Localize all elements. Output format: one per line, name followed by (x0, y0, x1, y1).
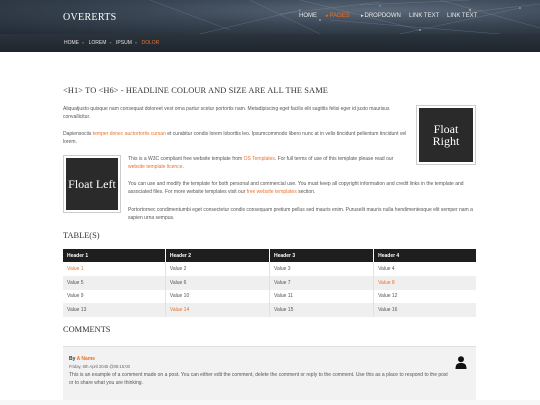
paragraph-text: This is a W3C compliant free website tem… (128, 156, 244, 162)
nav-link-text-1[interactable]: LINK TEXT (409, 13, 439, 19)
comment-date: Friday, 6th April 2045 @08:15:00 (69, 364, 130, 369)
nav-link-text-2[interactable]: LINK TEXT (447, 13, 477, 19)
page-heading: <H1> TO <H6> - HEADLINE COLOUR AND SIZE … (63, 86, 328, 95)
table-cell: Value 13 (63, 303, 166, 317)
paragraph-text: Dapiensociis (63, 131, 93, 137)
table-header: Header 2 (165, 249, 270, 262)
comments-heading: COMMENTS (63, 325, 111, 334)
nav-label: LINK TEXT (447, 13, 478, 19)
table-row: Value 1 Value 2 Value 3 Value 4 (63, 262, 476, 276)
breadcrumb-ipsum[interactable]: IPSUM (116, 40, 132, 46)
data-table: Header 1 Header 2 Header 3 Header 4 Valu… (63, 249, 476, 317)
table-cell: Value 16 (373, 303, 476, 317)
breadcrumb-home[interactable]: HOME (64, 40, 79, 46)
tables-heading: TABLE(S) (63, 231, 100, 240)
comment: By A Name Friday, 6th April 2045 @08:15:… (63, 346, 476, 405)
table-header: Header 4 (373, 249, 476, 262)
comment-text: This is an example of a comment made on … (69, 372, 448, 386)
site-header: OVERERTS HOME ▸PAGES ▸DROPDOWN LINK TEXT… (0, 0, 540, 34)
table-header: Header 3 (269, 249, 375, 262)
nav-home[interactable]: HOME (299, 13, 317, 19)
float-right-image: Float Right (417, 106, 475, 164)
chevron-right-icon: » (82, 40, 85, 45)
os-templates-link[interactable]: OS Templates (244, 156, 275, 162)
breadcrumb-lorem[interactable]: LOREM (89, 40, 107, 46)
table-cell: Value 12 (373, 289, 476, 304)
paragraph-text: . (182, 164, 184, 170)
float-left-image: Float Left (64, 156, 120, 212)
nav-label: DROPDOWN (364, 13, 401, 19)
paragraph-4: You can use and modify the template for … (128, 180, 476, 196)
nav-label: PAGES (329, 13, 350, 19)
nav-label: HOME (299, 13, 317, 19)
table-cell: Value 15 (269, 303, 375, 317)
inline-link[interactable]: temper donec auctortortis cursan (93, 131, 166, 137)
table-header-row: Header 1 Header 2 Header 3 Header 4 (63, 249, 476, 262)
free-templates-link[interactable]: free website templates (247, 189, 297, 195)
footer-strip (0, 400, 540, 405)
caret-right-icon: ▸ (326, 13, 329, 19)
breadcrumb-current: DOLOR (141, 40, 160, 46)
nav-label: LINK TEXT (409, 13, 440, 19)
paragraph-2: Dapiensociis temper donec auctortortis c… (63, 130, 413, 146)
paragraph-5: Portortornec condimentumbi eget consecte… (128, 207, 473, 221)
caret-right-icon: ▸ (361, 13, 364, 19)
chevron-right-icon: » (134, 40, 138, 45)
breadcrumb-bar: HOME» LOREM» IPSUM» DOLOR (0, 34, 540, 52)
chevron-right-icon: » (109, 40, 112, 45)
table-cell: Value 6 (165, 275, 270, 290)
main-nav: HOME ▸PAGES ▸DROPDOWN LINK TEXT LINK TEX… (0, 13, 540, 23)
table-row: Value 9 Value 10 Value 11 Value 12 (63, 289, 476, 304)
table-cell[interactable]: Value 1 (63, 262, 166, 276)
comment-author-link[interactable]: A Name (77, 356, 95, 362)
table-cell: Value 10 (165, 289, 270, 304)
table-row: Value 5 Value 6 Value 7 Value 8 (63, 275, 476, 290)
table-cell: Value 2 (165, 262, 270, 276)
table-cell: Value 9 (63, 289, 166, 304)
table-row: Value 13 Value 14 Value 15 Value 16 (63, 303, 476, 317)
paragraph-text: . For full terms of use of this template… (274, 156, 394, 162)
nav-dropdown[interactable]: ▸DROPDOWN (361, 13, 401, 19)
table-cell: Value 11 (269, 289, 375, 304)
table-cell[interactable]: Value 14 (165, 303, 270, 317)
table-cell: Value 5 (63, 275, 166, 290)
licence-link[interactable]: website template licence (128, 164, 182, 170)
breadcrumb: HOME» LOREM» IPSUM» DOLOR (64, 40, 159, 46)
avatar-icon (455, 355, 467, 369)
paragraph-3: This is a W3C compliant free website tem… (128, 155, 410, 171)
table-cell: Value 3 (269, 262, 375, 276)
paragraph-text: section. (296, 189, 316, 195)
comment-by-label: By (69, 356, 77, 362)
nav-pages[interactable]: ▸PAGES (326, 13, 350, 19)
paragraph-1: Aliquatjusto quisque nam consequat dolor… (63, 106, 390, 120)
table-header: Header 1 (63, 249, 166, 262)
table-cell[interactable]: Value 8 (373, 275, 476, 290)
table-cell: Value 7 (269, 275, 375, 290)
comment-author-line: By A Name (69, 356, 95, 362)
table-cell: Value 4 (373, 262, 476, 276)
